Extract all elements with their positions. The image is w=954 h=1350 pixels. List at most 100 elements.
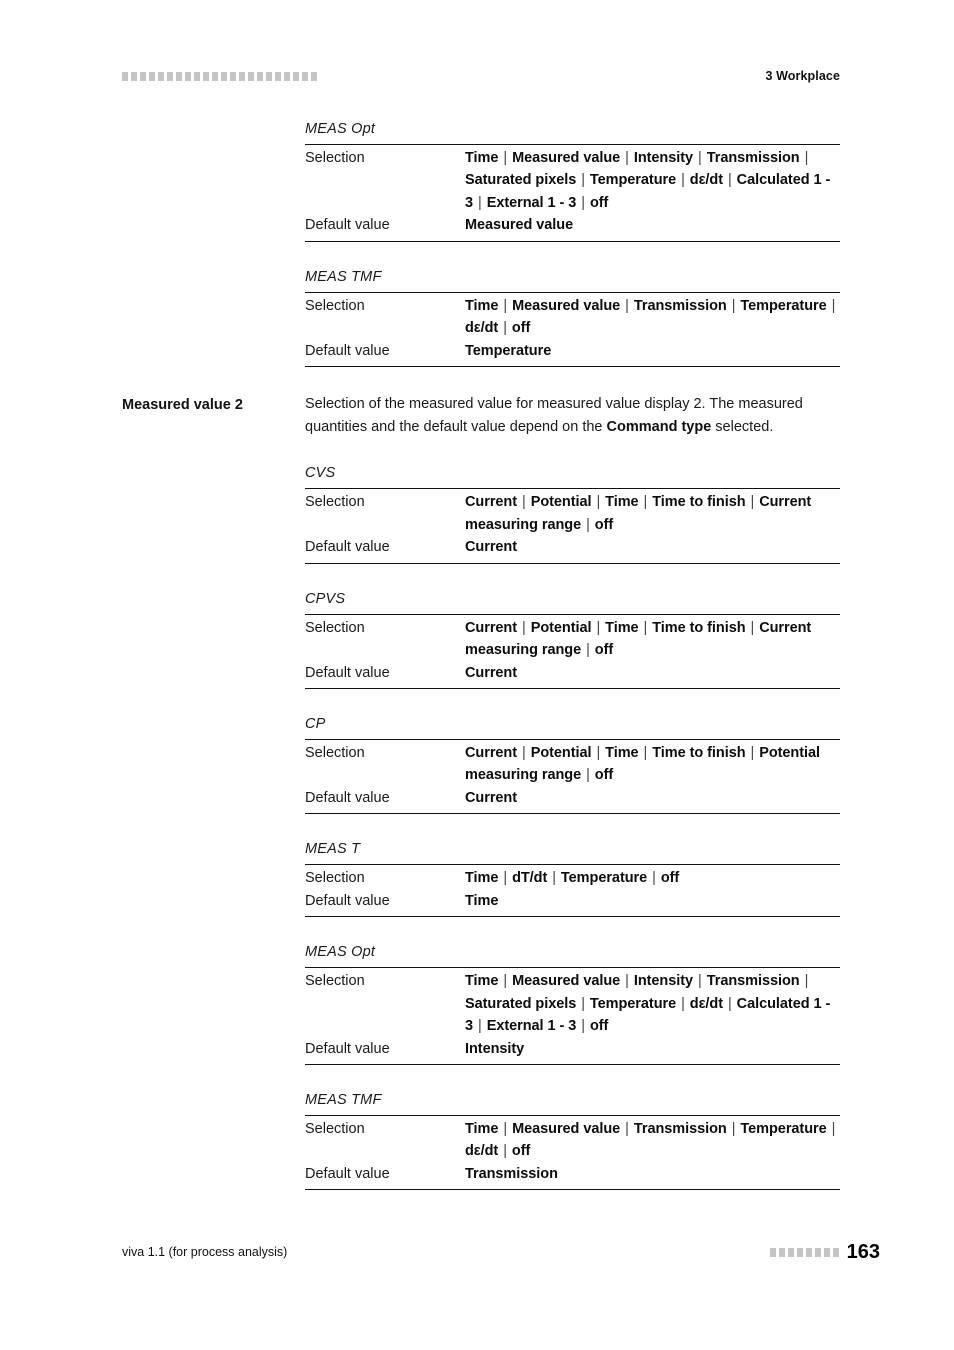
- square-dot: [167, 71, 173, 81]
- value-separator: |: [503, 1143, 507, 1160]
- value-separator: |: [581, 995, 585, 1012]
- square-dot: [194, 71, 200, 81]
- square-dot: [239, 71, 245, 81]
- value-separator: |: [522, 619, 526, 636]
- square-dot: [832, 1247, 839, 1257]
- spec-table-caption: CVS: [305, 465, 336, 482]
- spec-row-key: Selection: [305, 870, 365, 887]
- square-dot: [131, 71, 137, 81]
- table-row: Selection Current | Potential | Time | Ti…: [305, 491, 840, 536]
- spec-row-key: Default value: [305, 1165, 390, 1182]
- value-separator: |: [503, 297, 508, 314]
- square-dot: [230, 71, 236, 81]
- value-separator: |: [503, 1120, 508, 1137]
- square-dot: [257, 71, 263, 81]
- spec-table: MEAS TMF Selection Time | Measured value |…: [305, 1091, 840, 1191]
- value-separator: |: [727, 995, 732, 1012]
- spec-row-key: Default value: [305, 342, 390, 359]
- table-row: Selection Time | dT/dt | Temperature | of…: [305, 867, 840, 890]
- spec-row-key: Default value: [305, 539, 390, 556]
- table-row: Selection Time | Measured value | Transmi…: [305, 295, 840, 340]
- spec-table-caption: MEAS Opt: [305, 944, 376, 961]
- value-separator: |: [625, 1120, 629, 1137]
- value-separator: |: [522, 494, 526, 511]
- spec-table-caption: CPVS: [305, 590, 346, 607]
- value-separator: |: [698, 973, 702, 990]
- value-separator: |: [503, 149, 508, 166]
- table-row: Selection Time | Measured value | Intensi…: [305, 147, 840, 215]
- value-separator: |: [698, 149, 702, 166]
- spec-row-key: Selection: [305, 619, 365, 636]
- square-dot: [221, 71, 227, 81]
- value-separator: |: [727, 172, 732, 189]
- content-block: Measured value 2 Selection of the measure…: [122, 393, 840, 1216]
- value-separator: |: [478, 1018, 482, 1035]
- square-dot: [805, 1247, 812, 1257]
- value-separator: |: [681, 995, 685, 1012]
- spec-table-body: Selection Time | Measured value | Transmi…: [305, 1114, 840, 1191]
- square-dot: [796, 1247, 803, 1257]
- value-separator: |: [586, 767, 590, 784]
- value-separator: |: [750, 494, 755, 511]
- spec-row-value: Current: [465, 789, 518, 806]
- spec-table-body: Selection Current | Potential | Time | Ti…: [305, 488, 840, 564]
- spec-row-key: Default value: [305, 664, 390, 681]
- spec-table: MEAS Opt Selection Time | Measured value |…: [305, 120, 840, 242]
- square-dot: [778, 1247, 785, 1257]
- spec-row-value: Current | Potential | Time | Time to fin…: [465, 494, 812, 533]
- spec-row-value: Intensity: [465, 1040, 525, 1057]
- spec-row-value: Time | Measured value | Transmission | T…: [465, 1120, 836, 1160]
- running-header: 3 Workplace: [122, 66, 840, 86]
- square-dot: [823, 1247, 830, 1257]
- value-separator: |: [643, 494, 648, 511]
- value-separator: |: [522, 744, 526, 761]
- spec-row-key: Default value: [305, 217, 390, 234]
- square-dot: [787, 1247, 794, 1257]
- value-separator: |: [503, 320, 507, 337]
- spec-row-value: Time | Measured value | Intensity | Tran…: [465, 149, 831, 211]
- description-paragraph: Selection of the measured value for meas…: [305, 396, 803, 435]
- square-dot: [769, 1247, 776, 1257]
- content-block: MEAS Opt Selection Time | Measured value |…: [122, 120, 840, 393]
- spec-row-value: Temperature: [465, 342, 552, 359]
- spec-table: CP Selection Current | Potential | Time | …: [305, 715, 840, 815]
- margin-heading: Measured value 2: [122, 397, 243, 414]
- table-row: Default value Intensity: [305, 1038, 840, 1061]
- value-separator: |: [804, 149, 809, 166]
- table-row: Default value Current: [305, 536, 840, 559]
- spec-table-caption: MEAS TMF: [305, 1092, 382, 1109]
- value-separator: |: [586, 516, 590, 533]
- square-dot: [814, 1247, 821, 1257]
- spec-table-body: Selection Current | Potential | Time | Ti…: [305, 738, 840, 815]
- square-dot-rule-icon: [122, 71, 317, 81]
- square-dot: [275, 71, 281, 81]
- square-dot: [185, 71, 191, 81]
- value-separator: |: [503, 973, 508, 990]
- spec-table-body: Selection Current | Potential | Time | Ti…: [305, 613, 840, 690]
- square-dot: [140, 71, 146, 81]
- body-column: Selection of the measured value for meas…: [305, 393, 840, 1216]
- value-separator: |: [596, 744, 601, 761]
- table-row: Selection Time | Measured value | Intensi…: [305, 970, 840, 1038]
- footer-page-group: 163: [769, 1242, 880, 1262]
- square-dot: [302, 71, 308, 81]
- spec-row-value: Measured value: [465, 217, 574, 234]
- page-footer: viva 1.1 (for process analysis) 163: [122, 1242, 880, 1262]
- value-separator: |: [831, 297, 836, 314]
- value-separator: |: [503, 870, 508, 887]
- square-dot-rule-icon: [769, 1247, 839, 1257]
- value-separator: |: [552, 870, 556, 887]
- spec-row-key: Default value: [305, 1040, 390, 1057]
- value-separator: |: [625, 149, 629, 166]
- page-content: MEAS Opt Selection Time | Measured value |…: [122, 120, 840, 1216]
- value-separator: |: [478, 194, 482, 211]
- value-separator: |: [652, 870, 656, 887]
- spec-row-key: Selection: [305, 744, 365, 761]
- spec-table: CPVS Selection Current | Potential | Time …: [305, 590, 840, 690]
- spec-row-value: Time | dT/dt | Temperature | off: [465, 870, 680, 887]
- square-dot: [158, 71, 164, 81]
- spec-row-value: Current: [465, 539, 518, 556]
- square-dot: [122, 71, 128, 81]
- spec-table: MEAS Opt Selection Time | Measured value |…: [305, 943, 840, 1066]
